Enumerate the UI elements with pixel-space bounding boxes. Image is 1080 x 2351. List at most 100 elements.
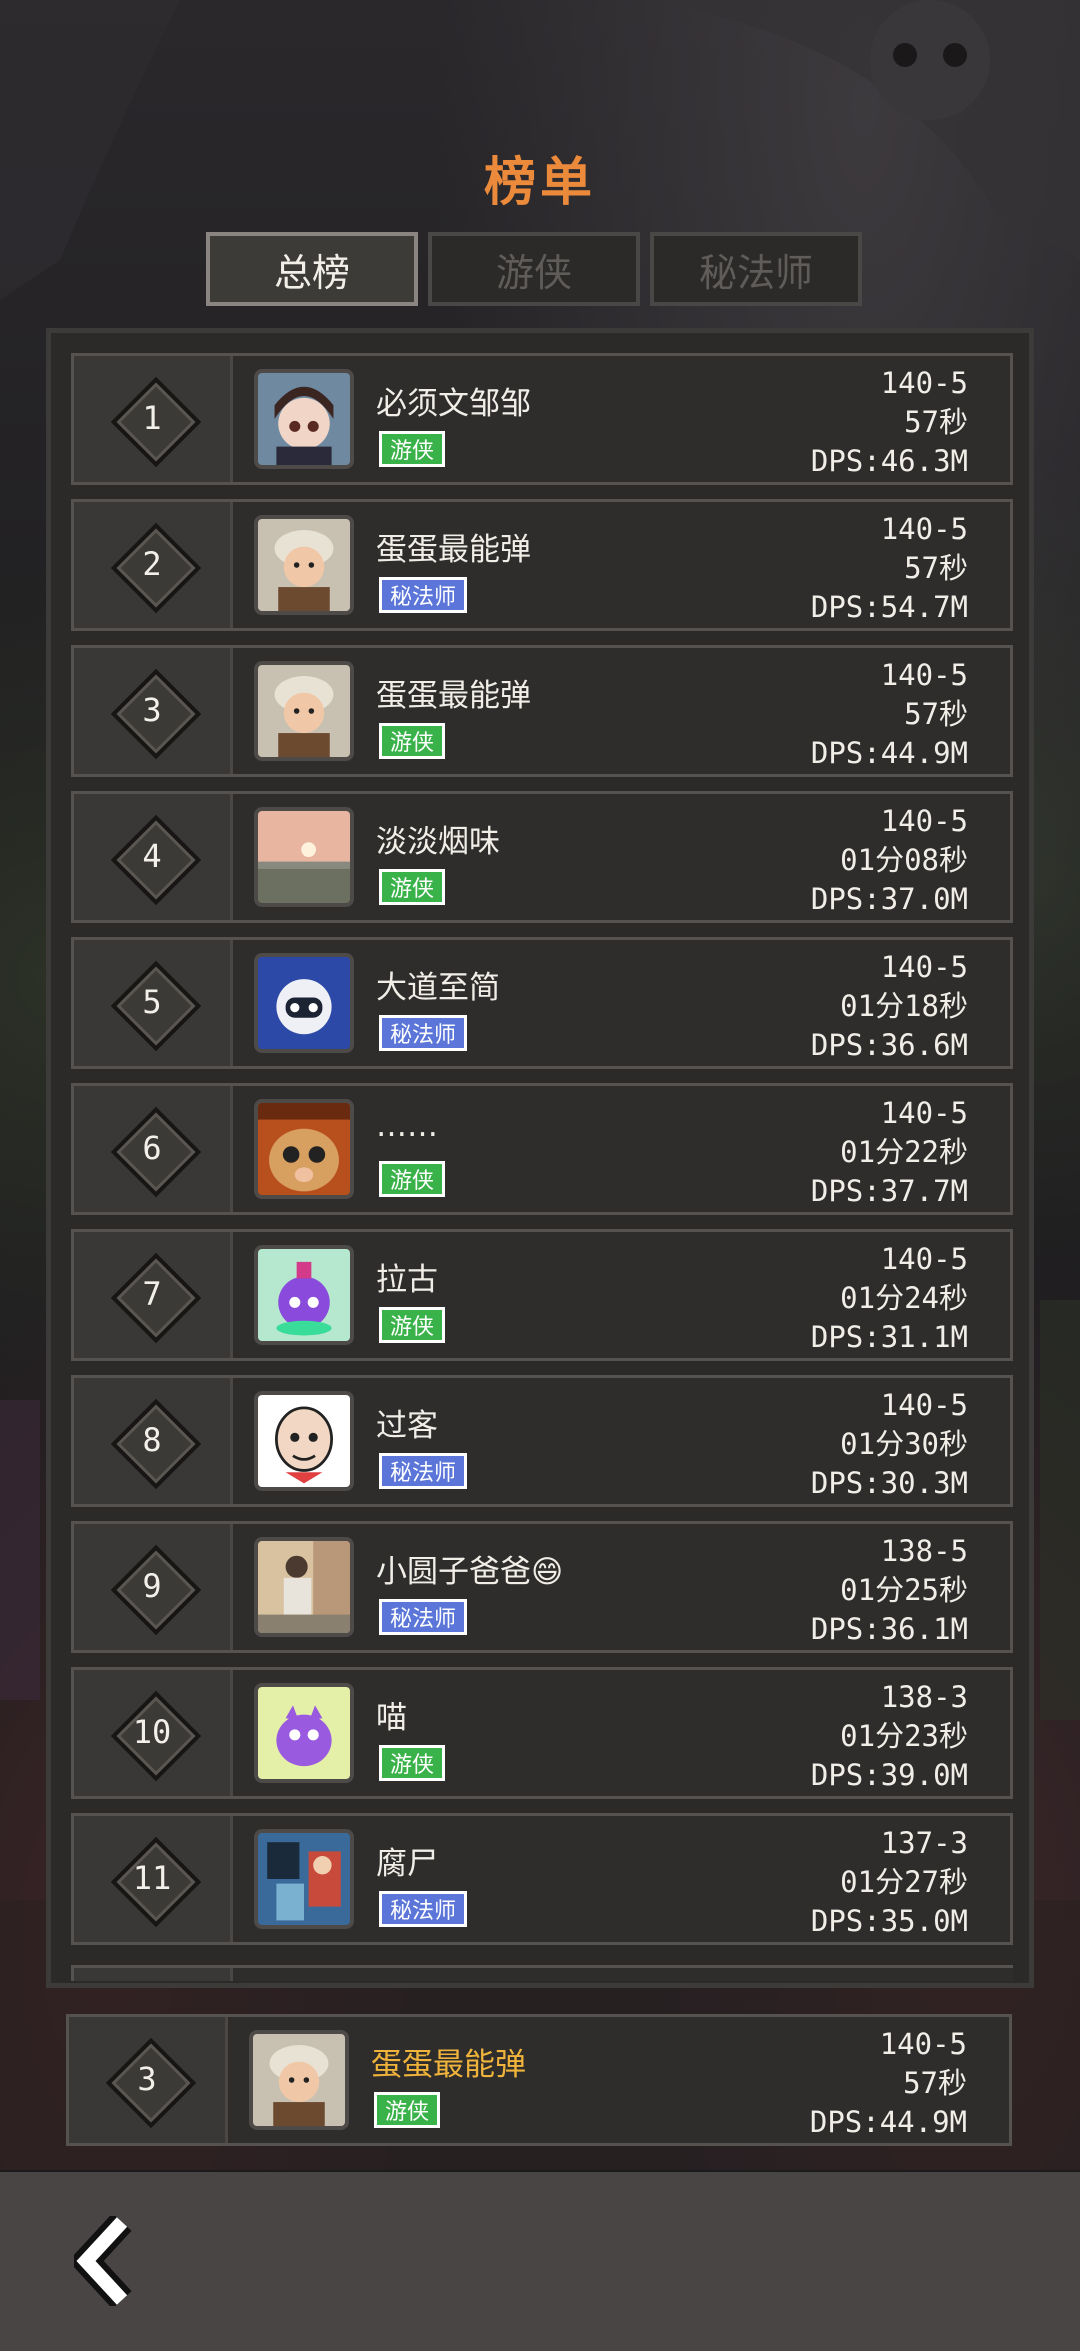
tab-ranger[interactable]: 游侠 bbox=[428, 232, 640, 306]
bottom-bar bbox=[0, 2172, 1080, 2351]
rank-cell: 4 bbox=[74, 794, 233, 920]
rank-cell: 11 bbox=[74, 1816, 233, 1942]
class-badge: 游侠 bbox=[379, 723, 446, 759]
clear-time: 57秒 bbox=[903, 2066, 967, 2100]
class-badge: 秘法师 bbox=[379, 1599, 468, 1635]
dps-value: DPS:36.1M bbox=[810, 1612, 968, 1646]
baby-avatar[interactable] bbox=[254, 515, 354, 615]
player-stats: 138-3 01分23秒 DPS:39.0M bbox=[811, 1678, 968, 1795]
rank-cell bbox=[74, 1968, 233, 1981]
clear-time: 57秒 bbox=[904, 405, 968, 439]
clear-time: 01分23秒 bbox=[840, 1719, 968, 1753]
rank-cell: 5 bbox=[74, 940, 233, 1066]
class-badge: 游侠 bbox=[374, 2092, 441, 2128]
cat-avatar[interactable] bbox=[254, 1099, 354, 1199]
clear-time: 01分25秒 bbox=[840, 1573, 968, 1607]
rank-number: 8 bbox=[142, 1421, 162, 1459]
class-badge: 游侠 bbox=[379, 1745, 446, 1781]
robot-avatar[interactable] bbox=[254, 953, 354, 1053]
player-name: 过客 bbox=[376, 1408, 438, 1444]
stage-level: 140-5 bbox=[880, 804, 968, 838]
rank-badge: 6 bbox=[110, 1106, 202, 1198]
leaderboard-row[interactable]: 9 小圆子爸爸😄 秘法师 138-5 01分25秒 DPS:36.1M bbox=[71, 1521, 1013, 1653]
rank-badge: 10 bbox=[110, 1690, 202, 1782]
player-stats: 140-5 57秒 DPS:54.7M bbox=[811, 510, 968, 627]
leaderboard-row[interactable]: 10 喵游侠 138-3 01分23秒 DPS:39.0M bbox=[71, 1667, 1013, 1799]
rank-number: 7 bbox=[142, 1275, 162, 1313]
rank-badge: 2 bbox=[110, 522, 202, 614]
player-stats: 137-3 01分27秒 DPS:35.0M bbox=[811, 1824, 968, 1941]
baby-avatar[interactable] bbox=[249, 2030, 349, 2130]
dps-value: DPS:54.7M bbox=[810, 590, 968, 624]
player-name: …… bbox=[376, 1108, 438, 1144]
monster-avatar[interactable] bbox=[254, 1683, 354, 1783]
leaderboard-list[interactable]: 1 必须文邹邹 游侠 140-5 57秒 DPS:46.3M 2 蛋蛋最能弹 秘法师 140-5 5… bbox=[71, 353, 1013, 1981]
sunset-avatar[interactable] bbox=[254, 807, 354, 907]
tab-overall[interactable]: 总榜 bbox=[206, 232, 418, 306]
player-stats: 140-5 01分08秒 DPS:37.0M bbox=[811, 802, 968, 919]
doll-avatar[interactable] bbox=[254, 369, 354, 469]
class-badge: 秘法师 bbox=[379, 1891, 468, 1927]
leaderboard-row[interactable]: 4 淡淡烟味 游侠 140-5 01分08秒 DPS:37.0M bbox=[71, 791, 1013, 923]
stage-level: 137-3 bbox=[880, 1826, 968, 1860]
player-stats: 140-5 01分24秒 DPS:31.1M bbox=[811, 1240, 968, 1357]
rank-number: 1 bbox=[142, 399, 162, 437]
dps-value: DPS:46.3M bbox=[810, 444, 968, 478]
clear-time: 01分30秒 bbox=[840, 1427, 968, 1461]
child-avatar[interactable] bbox=[254, 1537, 354, 1637]
player-stats: 140-5 57秒 DPS:44.9M bbox=[811, 656, 968, 773]
rank-badge: 11 bbox=[110, 1836, 202, 1928]
leaderboard-row[interactable]: 3 蛋蛋最能弹游侠 140-5 57秒 DPS:44.9M bbox=[71, 645, 1013, 777]
stage-level: 140-5 bbox=[880, 1096, 968, 1130]
rank-number: 9 bbox=[142, 1567, 162, 1605]
player-name: 喵 bbox=[376, 1700, 407, 1736]
comic-avatar[interactable] bbox=[254, 1829, 354, 1929]
rank-cell: 7 bbox=[74, 1232, 233, 1358]
rank-cell: 8 bbox=[74, 1378, 233, 1504]
rank-cell: 6 bbox=[74, 1086, 233, 1212]
leaderboard-row[interactable]: 6 …… 游侠 140-5 01分22秒 DPS:37.7M bbox=[71, 1083, 1013, 1215]
rank-badge: 7 bbox=[110, 1252, 202, 1344]
rank-cell: 3 bbox=[74, 648, 233, 774]
tab-bar: 总榜 游侠 秘法师 bbox=[206, 232, 862, 306]
leaderboard-row[interactable]: 8 过客 秘法师 140-5 01分30秒 DPS:30.3M bbox=[71, 1375, 1013, 1507]
leaderboard-row[interactable]: 2 蛋蛋最能弹 秘法师 140-5 57秒 DPS:54.7M bbox=[71, 499, 1013, 631]
potion-avatar[interactable] bbox=[254, 1245, 354, 1345]
rank-badge: 3 bbox=[110, 668, 202, 760]
stage-level: 140-5 bbox=[880, 1388, 968, 1422]
class-badge: 游侠 bbox=[379, 1307, 446, 1343]
rank-number: 4 bbox=[142, 837, 162, 875]
leaderboard-row[interactable]: 1 必须文邹邹 游侠 140-5 57秒 DPS:46.3M bbox=[71, 353, 1013, 485]
player-name: 蛋蛋最能弹 bbox=[376, 532, 531, 568]
stage-level: 140-5 bbox=[880, 1242, 968, 1276]
tab-mage[interactable]: 秘法师 bbox=[650, 232, 862, 306]
leaderboard-row[interactable]: 5 大道至简 秘法师 140-5 01分18秒 DPS:36.6M bbox=[71, 937, 1013, 1069]
player-name: 蛋蛋最能弹 bbox=[371, 2047, 526, 2083]
player-stats: 140-5 57秒 DPS:46.3M bbox=[811, 364, 968, 481]
baby-avatar[interactable] bbox=[254, 661, 354, 761]
player-name: 必须文邹邹 bbox=[376, 386, 531, 422]
back-arrow-icon[interactable] bbox=[74, 2216, 150, 2306]
player-name: 小圆子爸爸😄 bbox=[376, 1554, 564, 1590]
player-stats: 140-5 01分30秒 DPS:30.3M bbox=[811, 1386, 968, 1503]
rank-number: 11 bbox=[132, 1859, 172, 1897]
leaderboard-row[interactable]: 11 腐尸 秘法师 137-3 01分27秒 DPS:35.0M bbox=[71, 1813, 1013, 1945]
clear-time: 01分27秒 bbox=[840, 1865, 968, 1899]
player-stats: 140-5 01分18秒 DPS:36.6M bbox=[811, 948, 968, 1065]
leaderboard-row[interactable]: 7 拉古游侠 140-5 01分24秒 DPS:31.1M bbox=[71, 1229, 1013, 1361]
class-badge: 秘法师 bbox=[379, 1015, 468, 1051]
class-badge: 秘法师 bbox=[379, 1453, 468, 1489]
clear-time: 57秒 bbox=[904, 551, 968, 585]
stage-level: 138-3 bbox=[880, 1680, 968, 1714]
my-rank-entry[interactable]: 3 蛋蛋最能弹 游侠 140-5 57秒 DPS:44.9M bbox=[66, 2014, 1012, 2146]
player-name: 腐尸 bbox=[376, 1846, 438, 1882]
player-stats: 140-5 01分22秒 DPS:37.7M bbox=[811, 1094, 968, 1211]
cartoon-avatar[interactable] bbox=[254, 1391, 354, 1491]
dps-value: DPS:36.6M bbox=[810, 1028, 968, 1062]
rank-cell: 10 bbox=[74, 1670, 233, 1796]
stage-level: 140-5 bbox=[880, 658, 968, 692]
player-stats: 138-5 01分25秒 DPS:36.1M bbox=[811, 1532, 968, 1649]
player-name: 蛋蛋最能弹 bbox=[376, 678, 531, 714]
dps-value: DPS:44.9M bbox=[809, 2105, 967, 2139]
player-name: 拉古 bbox=[376, 1262, 438, 1298]
